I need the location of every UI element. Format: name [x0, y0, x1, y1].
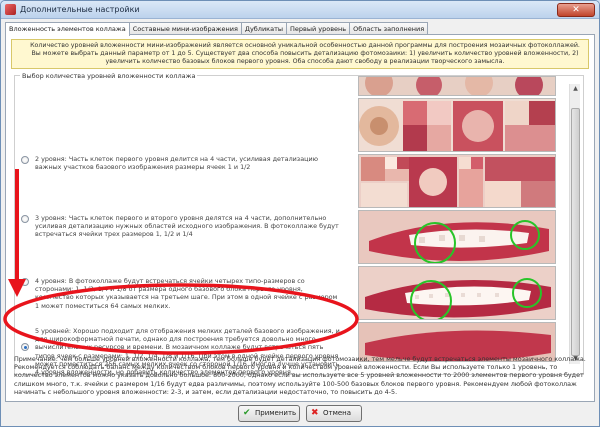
- tab-panel: Количество уровней вложенности мини-изоб…: [5, 34, 595, 402]
- option-label: 4 уровня: В фотоколлаже будут встречатьс…: [35, 277, 338, 310]
- option-4-levels[interactable]: 4 уровня: В фотоколлаже будут встречатьс…: [21, 277, 343, 310]
- tab-nesting[interactable]: Вложенность элементов коллажа: [5, 22, 130, 36]
- option-label: 2 уровня: Часть клеток первого уровня де…: [35, 155, 318, 172]
- group-title: Выбор количества уровней вложенности кол…: [20, 72, 198, 80]
- preview-3-levels: [358, 154, 556, 208]
- close-button[interactable]: ✕: [557, 3, 595, 17]
- cross-icon: ✖: [311, 408, 319, 418]
- cancel-button[interactable]: ✖ Отмена: [306, 405, 362, 422]
- settings-window: Дополнительные настройки ✕ Вложенность э…: [0, 0, 600, 427]
- apply-label: Применить: [255, 409, 297, 417]
- option-2-levels[interactable]: 2 уровня: Часть клеток первого уровня де…: [21, 155, 343, 179]
- scroll-up-arrow-icon[interactable]: ▲: [570, 84, 581, 94]
- cancel-label: Отмена: [323, 409, 352, 417]
- preview-1-level: [358, 76, 556, 96]
- apply-button[interactable]: ✔ Применить: [238, 405, 300, 422]
- preview-2-levels: [358, 98, 556, 152]
- radio-3-levels[interactable]: [21, 215, 29, 223]
- window-title: Дополнительные настройки: [20, 5, 140, 14]
- option-3-levels[interactable]: 3 уровня: Часть клеток первого и второго…: [21, 214, 343, 244]
- radio-2-levels[interactable]: [21, 156, 29, 164]
- intro-banner: Количество уровней вложенности мини-изоб…: [11, 39, 589, 69]
- option-label: 3 уровня: Часть клеток первого и второго…: [35, 214, 339, 239]
- dialog-buttons: ✔ Применить ✖ Отмена: [1, 405, 599, 425]
- radio-5-levels[interactable]: [21, 343, 29, 351]
- levels-group: Выбор количества уровней вложенности кол…: [14, 72, 584, 376]
- preview-4-levels: [358, 210, 556, 264]
- title-bar: Дополнительные настройки ✕: [1, 1, 599, 19]
- scroll-thumb[interactable]: [571, 108, 580, 356]
- preview-thumbnails: [358, 76, 556, 363]
- preview-scrollbar[interactable]: ▲ ▼: [569, 84, 580, 364]
- check-icon: ✔: [243, 408, 251, 418]
- radio-4-levels[interactable]: [21, 278, 29, 286]
- app-icon: [5, 4, 16, 15]
- footnote: Примечание: чем больше уровней вложеннос…: [14, 355, 586, 396]
- preview-5-levels: [358, 266, 556, 320]
